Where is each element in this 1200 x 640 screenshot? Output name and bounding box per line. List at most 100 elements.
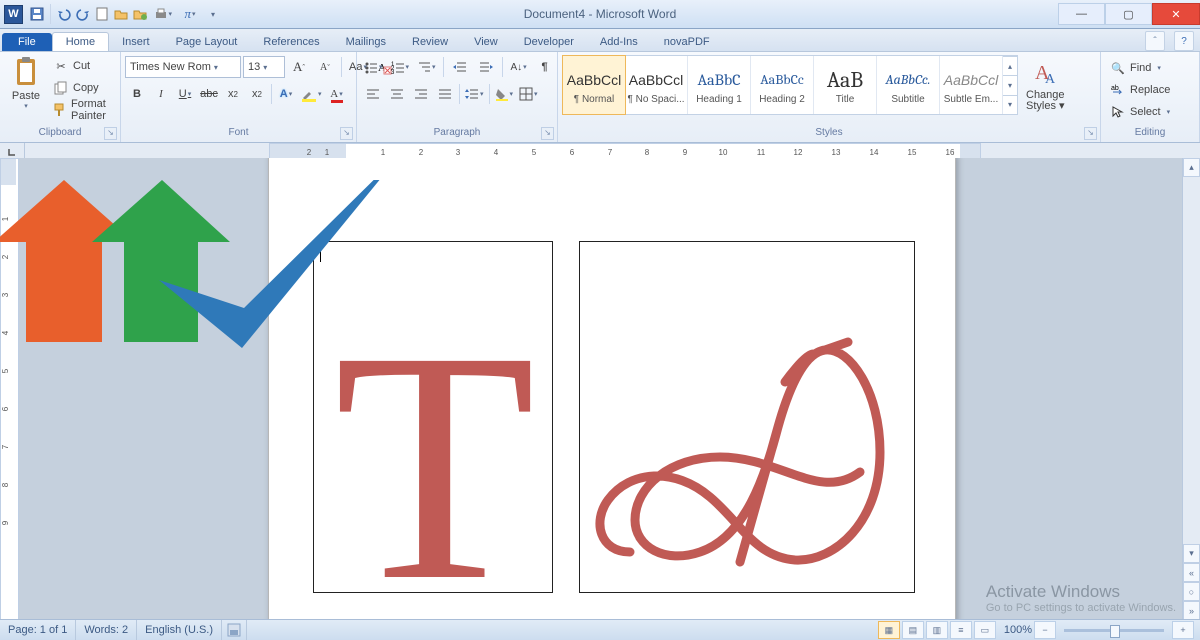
- tab-insert[interactable]: Insert: [109, 33, 163, 51]
- folder-icon[interactable]: [132, 6, 148, 22]
- scroll-down-icon[interactable]: ▾: [1183, 544, 1200, 563]
- show-marks-button[interactable]: ¶: [533, 56, 557, 78]
- print-icon[interactable]: [151, 5, 175, 23]
- format-painter-icon: [53, 102, 67, 118]
- numbering-button[interactable]: 123: [388, 56, 413, 78]
- copy-button[interactable]: Copy: [50, 77, 116, 99]
- bold-button[interactable]: B: [125, 83, 149, 105]
- zoom-out-button[interactable]: −: [1034, 621, 1056, 639]
- italic-button[interactable]: I: [149, 83, 173, 105]
- style-no-spacing[interactable]: AaBbCcl¶ No Spaci...: [625, 56, 688, 114]
- ribbon-minimize-icon[interactable]: ˆ: [1145, 31, 1165, 51]
- tab-novapdf[interactable]: novaPDF: [651, 33, 723, 51]
- undo-icon[interactable]: [56, 6, 72, 22]
- style-title[interactable]: AaBTitle: [814, 56, 877, 114]
- styles-gallery[interactable]: AaBbCcl¶ Normal AaBbCcl¶ No Spaci... AaB…: [562, 55, 1018, 115]
- view-web-layout-icon[interactable]: ▥: [926, 621, 948, 639]
- align-left-button[interactable]: [361, 83, 385, 105]
- view-full-screen-icon[interactable]: ▤: [902, 621, 924, 639]
- dialog-launcher-icon[interactable]: ↘: [1084, 127, 1097, 140]
- font-name-combo[interactable]: Times New Rom▾: [125, 56, 241, 78]
- styles-more-button[interactable]: ▴▾▾: [1003, 56, 1017, 114]
- status-page[interactable]: Page: 1 of 1: [0, 620, 76, 640]
- underline-button[interactable]: U: [173, 83, 197, 105]
- close-button[interactable]: ✕: [1152, 3, 1200, 25]
- tab-home[interactable]: Home: [52, 32, 109, 51]
- tab-developer[interactable]: Developer: [511, 33, 587, 51]
- status-language[interactable]: English (U.S.): [137, 620, 222, 640]
- help-icon[interactable]: ?: [1174, 31, 1194, 51]
- font-size-combo[interactable]: 13▾: [243, 56, 285, 78]
- increase-indent-button[interactable]: [474, 56, 498, 78]
- change-styles-button[interactable]: AA ChangeStyles ▾: [1022, 55, 1069, 114]
- zoom-slider[interactable]: [1064, 629, 1164, 632]
- dialog-launcher-icon[interactable]: ↘: [104, 127, 117, 140]
- prev-page-icon[interactable]: «: [1183, 563, 1200, 582]
- maximize-button[interactable]: ▢: [1105, 3, 1152, 25]
- decrease-indent-button[interactable]: [448, 56, 472, 78]
- grow-font-button[interactable]: Aˆ: [287, 56, 311, 78]
- svg-text:6: 6: [1, 406, 10, 411]
- tab-mailings[interactable]: Mailings: [333, 33, 399, 51]
- text-effects-button[interactable]: A: [274, 83, 298, 105]
- tab-add-ins[interactable]: Add-Ins: [587, 33, 651, 51]
- style-subtle-emphasis[interactable]: AaBbCclSubtle Em...: [940, 56, 1003, 114]
- tab-page-layout[interactable]: Page Layout: [163, 33, 251, 51]
- zoom-in-button[interactable]: +: [1172, 621, 1194, 639]
- textbox-2[interactable]: [579, 241, 915, 593]
- replace-button[interactable]: abReplace: [1107, 79, 1173, 101]
- multilevel-list-button[interactable]: [414, 56, 439, 78]
- tab-review[interactable]: Review: [399, 33, 461, 51]
- paste-button[interactable]: Paste ▾: [4, 55, 48, 112]
- new-doc-icon[interactable]: [94, 6, 110, 22]
- open-icon[interactable]: [113, 6, 129, 22]
- justify-button[interactable]: [433, 83, 457, 105]
- view-outline-icon[interactable]: ≡: [950, 621, 972, 639]
- style-subtitle[interactable]: AaBbCc.Subtitle: [877, 56, 940, 114]
- line-spacing-button[interactable]: [462, 83, 487, 105]
- dialog-launcher-icon[interactable]: ↘: [340, 127, 353, 140]
- status-macro-icon[interactable]: [222, 620, 247, 640]
- style-heading-1[interactable]: AaBbCHeading 1: [688, 56, 751, 114]
- document-area: 123456789 T Activate Windows Go to PC se…: [0, 158, 1200, 620]
- next-page-icon[interactable]: »: [1183, 601, 1200, 620]
- style-heading-2[interactable]: AaBbCcHeading 2: [751, 56, 814, 114]
- equation-icon[interactable]: π: [178, 5, 202, 23]
- status-words[interactable]: Words: 2: [76, 620, 137, 640]
- qat-customize-icon[interactable]: ▾: [205, 6, 221, 22]
- font-color-button[interactable]: A: [325, 83, 349, 105]
- sort-button[interactable]: A↓: [507, 56, 531, 78]
- bullets-button[interactable]: [361, 56, 386, 78]
- view-print-layout-icon[interactable]: ▦: [878, 621, 900, 639]
- borders-button[interactable]: [516, 83, 541, 105]
- format-painter-button[interactable]: Format Painter: [50, 99, 116, 121]
- shrink-font-button[interactable]: Aˇ: [313, 56, 337, 78]
- svg-text:14: 14: [870, 148, 879, 157]
- highlight-button[interactable]: [298, 83, 325, 105]
- scroll-up-icon[interactable]: ▴: [1183, 158, 1200, 177]
- browse-object-icon[interactable]: ○: [1183, 582, 1200, 601]
- tab-file[interactable]: File: [2, 33, 52, 51]
- redo-icon[interactable]: [75, 6, 91, 22]
- svg-text:11: 11: [757, 148, 766, 157]
- vertical-scrollbar[interactable]: ▴ ▾ « ○ »: [1182, 158, 1200, 620]
- overlay-logo: [0, 180, 414, 360]
- view-draft-icon[interactable]: ▭: [974, 621, 996, 639]
- find-button[interactable]: 🔍Find▾: [1107, 57, 1173, 79]
- cut-button[interactable]: ✂Cut: [50, 55, 116, 77]
- zoom-level[interactable]: 100%: [1004, 624, 1032, 636]
- style-normal[interactable]: AaBbCcl¶ Normal: [562, 55, 626, 115]
- superscript-button[interactable]: x2: [245, 83, 269, 105]
- tab-view[interactable]: View: [461, 33, 511, 51]
- align-center-button[interactable]: [385, 83, 409, 105]
- shading-button[interactable]: [492, 83, 517, 105]
- align-right-button[interactable]: [409, 83, 433, 105]
- minimize-button[interactable]: —: [1058, 3, 1105, 25]
- tab-references[interactable]: References: [250, 33, 332, 51]
- select-button[interactable]: Select▾: [1107, 101, 1173, 123]
- subscript-button[interactable]: x2: [221, 83, 245, 105]
- save-icon[interactable]: [29, 6, 45, 22]
- svg-text:3: 3: [456, 148, 461, 157]
- strikethrough-button[interactable]: abc: [197, 83, 221, 105]
- dialog-launcher-icon[interactable]: ↘: [541, 127, 554, 140]
